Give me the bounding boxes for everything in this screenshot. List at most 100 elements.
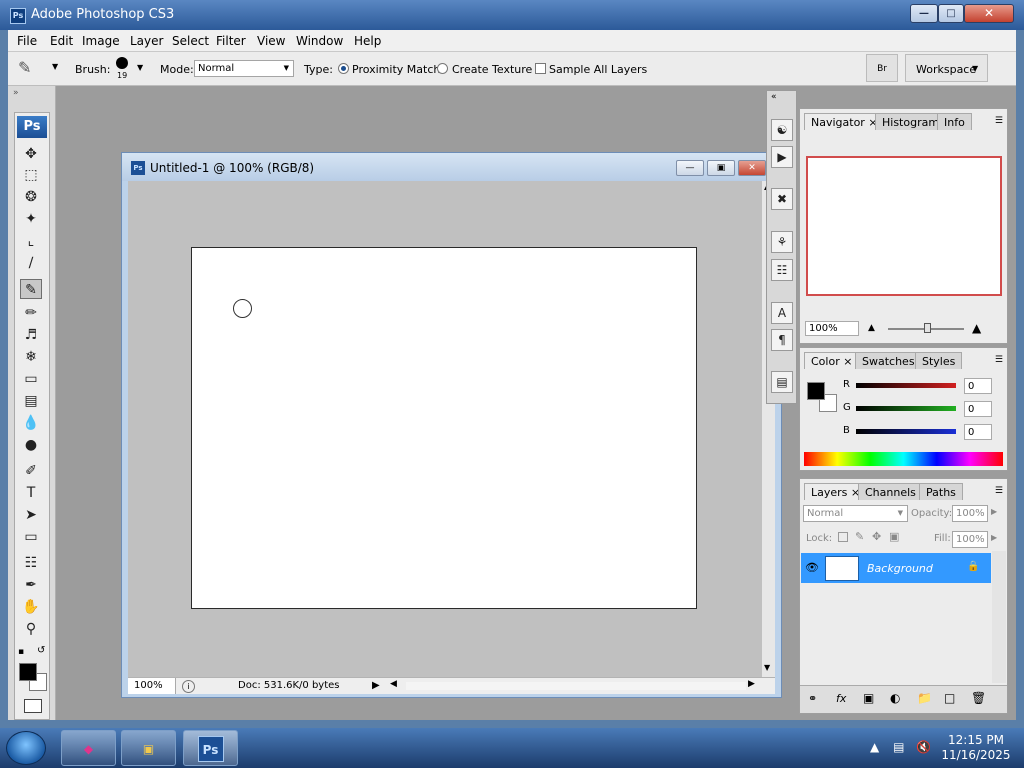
panel-menu-icon[interactable]: ☰ xyxy=(995,116,1003,126)
lock-all-icon[interactable]: ▣ xyxy=(889,530,899,543)
move-tool-icon[interactable]: ✥ xyxy=(20,144,42,164)
link-layers-icon[interactable]: ⚭ xyxy=(808,692,817,705)
chevron-right-icon[interactable]: ▶ xyxy=(991,507,997,516)
close-icon[interactable]: × xyxy=(843,355,852,368)
new-layer-icon[interactable]: □ xyxy=(944,691,955,705)
proximity-match-label[interactable]: Proximity Match xyxy=(352,63,440,76)
tab-histogram[interactable]: Histogram xyxy=(875,113,947,130)
notes-icon[interactable]: ☷ xyxy=(20,553,42,573)
adjustment-layer-icon[interactable]: ◐ xyxy=(890,691,900,705)
volume-muted-icon[interactable]: 🔇 xyxy=(916,740,931,754)
green-channel-slider[interactable] xyxy=(856,406,956,411)
create-texture-radio[interactable] xyxy=(437,63,448,74)
default-colors-icon[interactable]: ▪ xyxy=(18,647,24,657)
fill-field[interactable]: 100% xyxy=(952,531,988,548)
magic-wand-icon[interactable]: ✦ xyxy=(20,209,42,229)
document-close-button[interactable]: ✕ xyxy=(738,160,766,176)
expand-arrows-icon[interactable]: » xyxy=(13,88,19,98)
horizontal-scrollbar[interactable] xyxy=(406,682,746,690)
image-canvas[interactable] xyxy=(191,247,697,609)
ps-logo[interactable]: Ps xyxy=(17,116,47,138)
layer-style-icon[interactable]: fx xyxy=(836,692,846,705)
history-panel-icon[interactable]: ☯ xyxy=(771,119,793,141)
clock[interactable]: 12:15 PM 11/16/2025 xyxy=(936,733,1016,763)
menu-select[interactable]: Select xyxy=(172,34,209,48)
tab-channels[interactable]: Channels xyxy=(858,483,923,500)
collapse-arrows-icon[interactable]: « xyxy=(771,92,777,102)
slice-tool-icon[interactable]: ∕ xyxy=(20,253,42,273)
blue-channel-slider[interactable] xyxy=(856,429,956,434)
bridge-icon[interactable]: Br xyxy=(866,54,898,82)
type-tool-icon[interactable]: T xyxy=(20,483,42,503)
menu-window[interactable]: Window xyxy=(296,34,343,48)
panel-menu-icon[interactable]: ☰ xyxy=(995,355,1003,365)
status-info-icon[interactable]: i xyxy=(182,680,195,693)
document-minimize-button[interactable]: — xyxy=(676,160,704,176)
blend-mode-select[interactable]: Normal ▼ xyxy=(803,505,908,522)
path-selection-icon[interactable]: ➤ xyxy=(20,505,42,525)
blur-icon[interactable]: 💧 xyxy=(20,413,42,433)
zoom-tool-icon[interactable]: ⚲ xyxy=(20,619,42,639)
mode-select[interactable]: Normal ▼ xyxy=(194,60,294,77)
minimize-button[interactable]: — xyxy=(910,4,938,23)
navigator-zoom-field[interactable]: 100% xyxy=(805,321,859,336)
paragraph-panel-icon[interactable]: ¶ xyxy=(771,329,793,351)
status-menu-arrow-icon[interactable]: ▶ xyxy=(372,680,380,691)
layer-mask-icon[interactable]: ▣ xyxy=(863,691,874,705)
navigator-preview[interactable] xyxy=(806,156,1002,296)
visibility-eye-icon[interactable]: 👁 xyxy=(805,561,819,574)
eraser-icon[interactable]: ▭ xyxy=(20,369,42,389)
hand-tool-icon[interactable]: ✋ xyxy=(20,597,42,617)
document-maximize-button[interactable]: ▣ xyxy=(707,160,735,176)
scroll-right-icon[interactable]: ▶ xyxy=(748,679,755,689)
tool-presets-icon[interactable]: ✖ xyxy=(771,188,793,210)
spot-healing-brush-icon[interactable]: ✎ xyxy=(18,58,31,77)
proximity-match-radio[interactable] xyxy=(338,63,349,74)
slider-handle[interactable] xyxy=(924,323,931,333)
tab-color[interactable]: Color × xyxy=(804,352,860,369)
layer-comps-icon[interactable]: ▤ xyxy=(771,371,793,393)
layer-row[interactable]: 👁 Background 🔒 xyxy=(801,553,991,583)
taskbar-explorer[interactable]: ▣ xyxy=(121,730,176,766)
menu-image[interactable]: Image xyxy=(82,34,120,48)
zoom-out-icon[interactable]: ▲ xyxy=(868,323,875,333)
lock-transparency-icon[interactable] xyxy=(838,532,848,542)
sample-all-layers-checkbox[interactable] xyxy=(535,63,546,74)
lasso-tool-icon[interactable]: ❂ xyxy=(20,187,42,207)
taskbar-app-1[interactable]: ◆ xyxy=(61,730,116,766)
rectangle-tool-icon[interactable]: ▭ xyxy=(20,527,42,547)
panel-menu-icon[interactable]: ☰ xyxy=(995,486,1003,496)
zoom-in-icon[interactable]: ▲ xyxy=(972,321,981,335)
layer-name[interactable]: Background xyxy=(867,562,933,575)
opacity-field[interactable]: 100% xyxy=(952,505,988,522)
color-spectrum-ramp[interactable] xyxy=(804,452,1003,466)
menu-edit[interactable]: Edit xyxy=(50,34,73,48)
quick-mask-icon[interactable] xyxy=(24,699,42,713)
foreground-color-swatch[interactable] xyxy=(807,382,825,400)
show-hidden-icons-icon[interactable]: ▲ xyxy=(870,740,879,754)
menu-filter[interactable]: Filter xyxy=(216,34,246,48)
workspace-button[interactable]: Workspace ▼ xyxy=(905,54,988,82)
character-panel-icon[interactable]: A xyxy=(771,302,793,324)
network-icon[interactable]: ▤ xyxy=(893,740,904,754)
gradient-icon[interactable]: ▤ xyxy=(20,391,42,411)
blue-channel-value[interactable]: 0 xyxy=(964,424,992,440)
taskbar-photoshop[interactable]: Ps xyxy=(183,730,238,766)
menu-view[interactable]: View xyxy=(257,34,285,48)
brush-tool-icon[interactable]: ✏ xyxy=(20,303,42,323)
clone-stamp-icon[interactable]: ♬ xyxy=(20,325,42,345)
menu-help[interactable]: Help xyxy=(354,34,381,48)
layers-scrollbar[interactable] xyxy=(992,551,1006,683)
swap-colors-icon[interactable]: ↺ xyxy=(37,645,45,656)
photoshop-app-icon[interactable]: Ps xyxy=(10,8,26,24)
green-channel-value[interactable]: 0 xyxy=(964,401,992,417)
brush-picker-arrow-icon[interactable]: ▼ xyxy=(137,63,143,72)
tool-preset-dropdown-icon[interactable]: ▼ xyxy=(52,62,58,71)
tab-navigator[interactable]: Navigator × xyxy=(804,113,885,130)
marquee-tool-icon[interactable]: ⬚ xyxy=(20,165,42,185)
delete-layer-icon[interactable]: 🗑 xyxy=(971,691,986,705)
actions-panel-icon[interactable]: ▶ xyxy=(771,146,793,168)
brushes-panel-icon[interactable]: ⚘ xyxy=(771,231,793,253)
lock-position-icon[interactable]: ✥ xyxy=(872,530,881,543)
zoom-level-field[interactable]: 100% xyxy=(128,678,176,694)
